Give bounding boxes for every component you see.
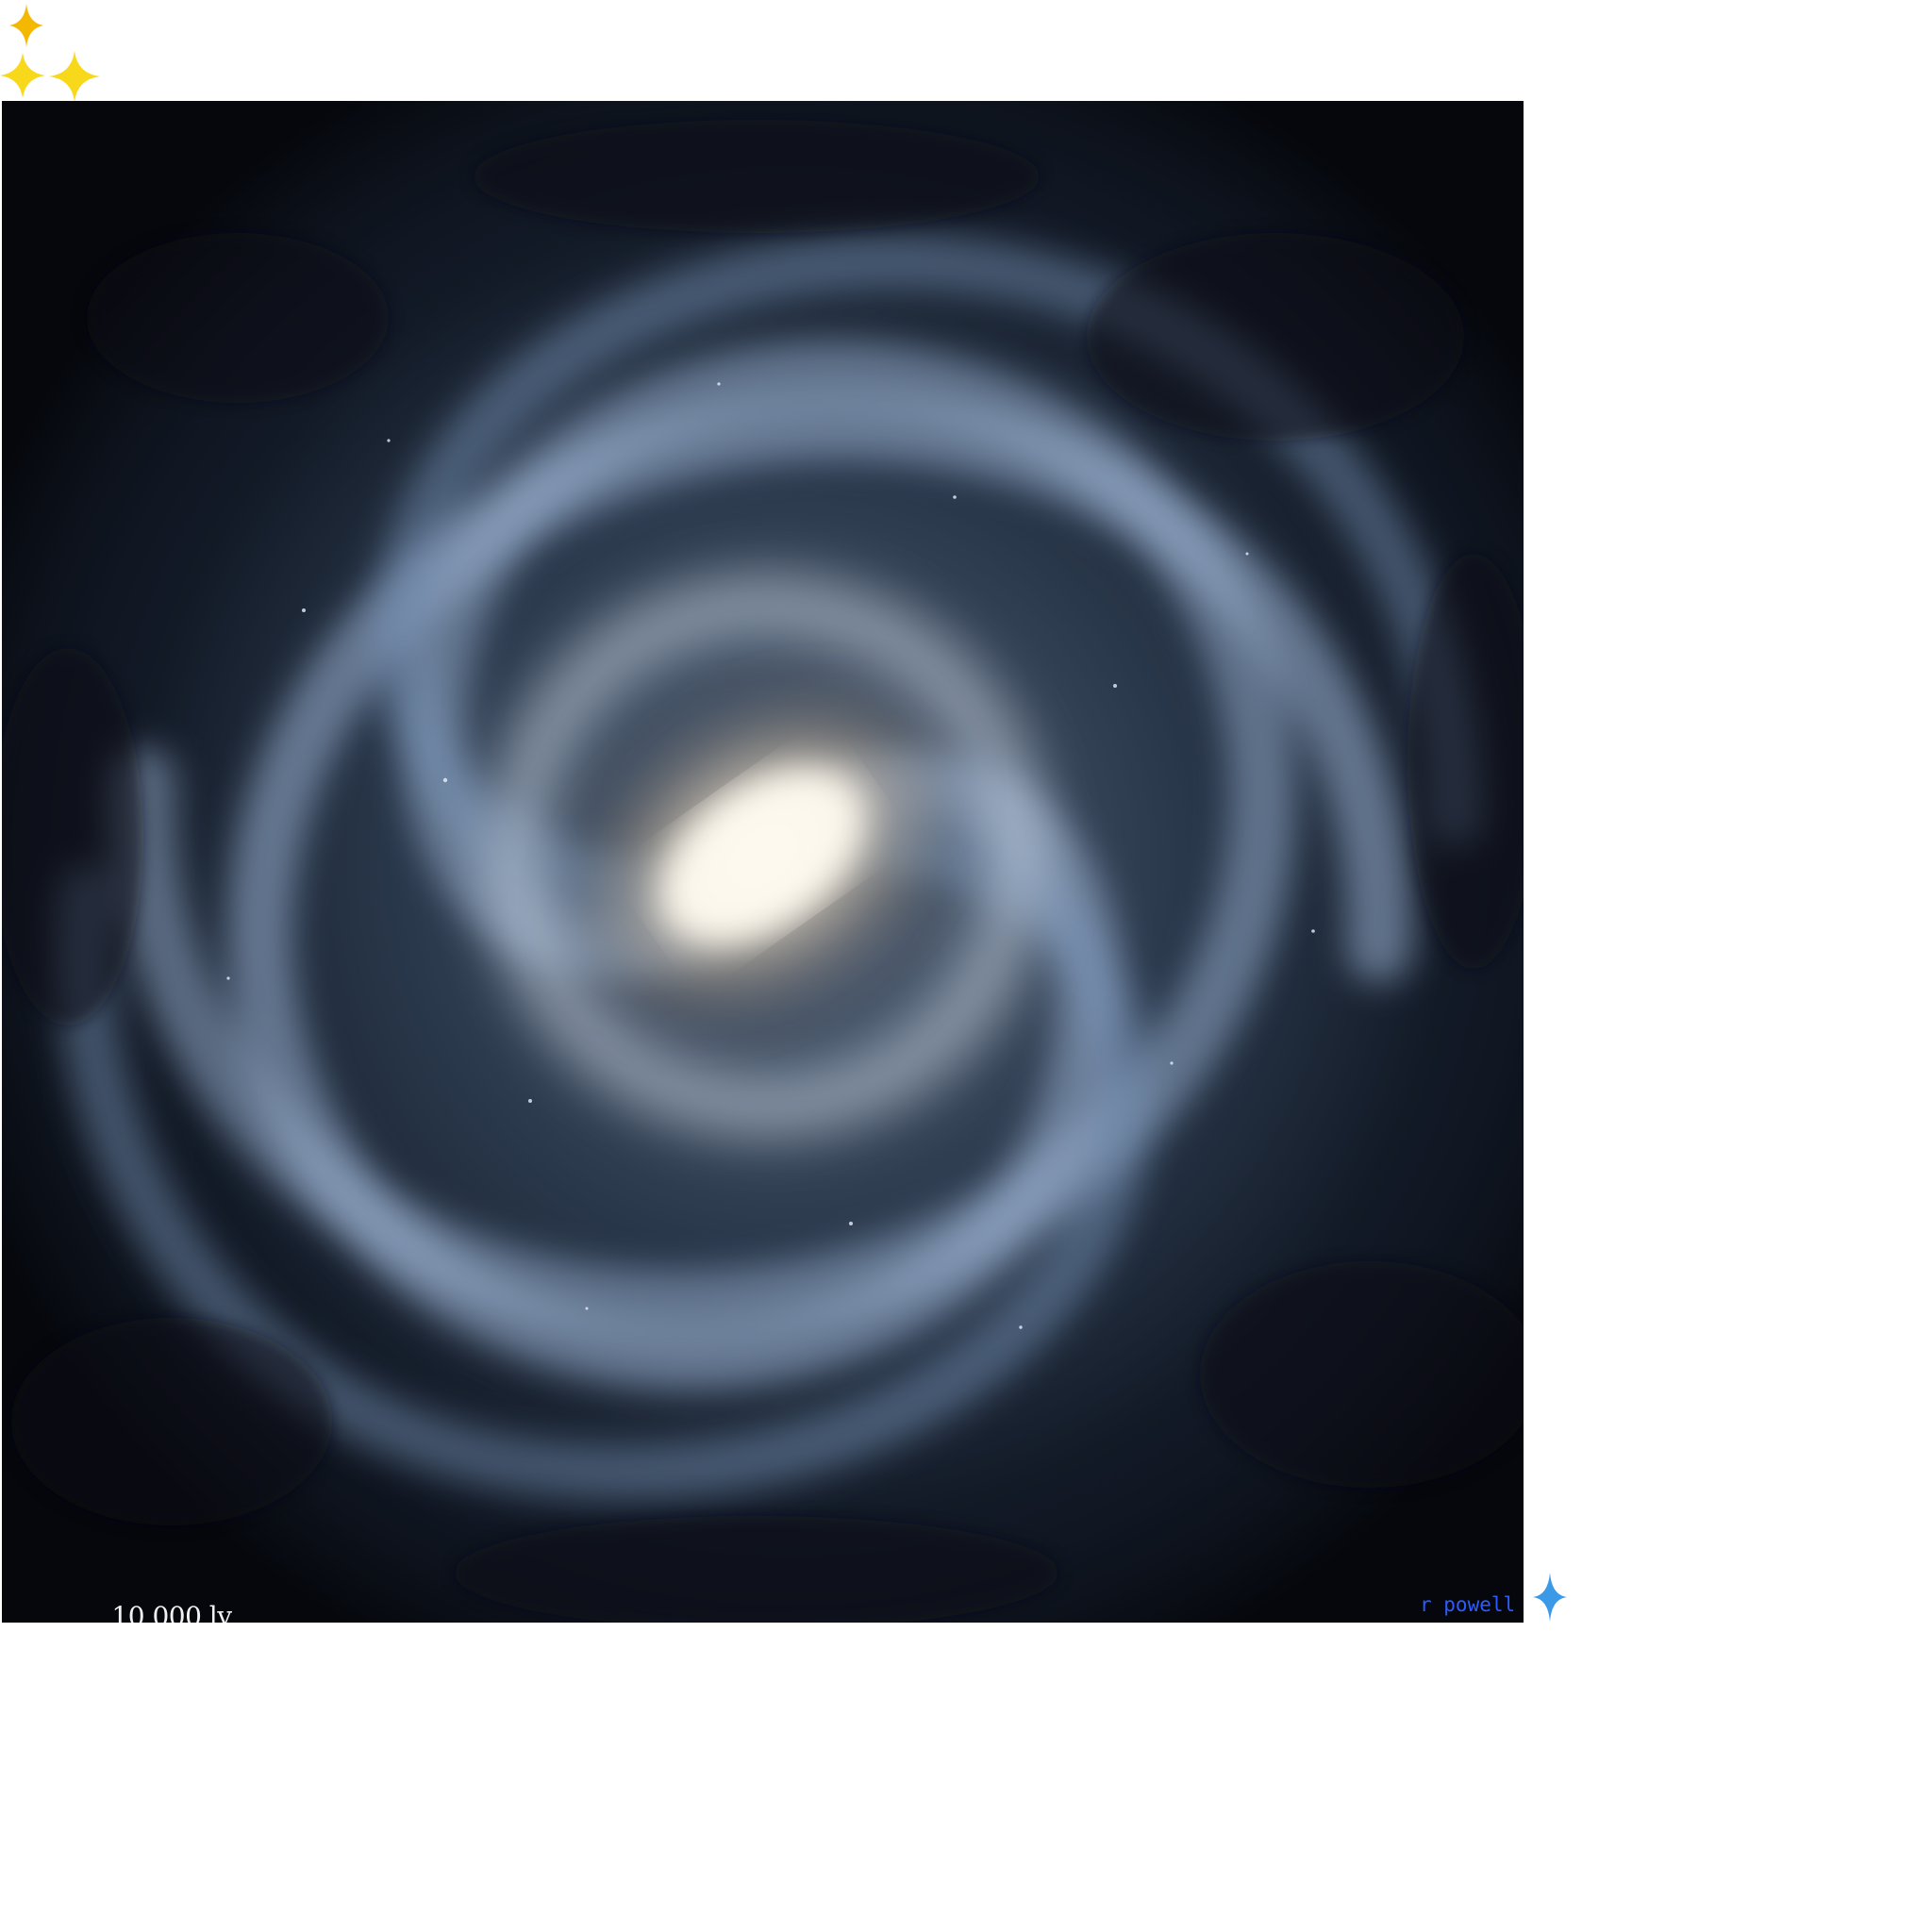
scale-bar: 10 000 ly xyxy=(77,1601,266,1623)
sparkle-icon xyxy=(0,53,45,98)
spiral-galaxy-illustration xyxy=(2,101,1524,1623)
galaxy-image: 10 000 ly xyxy=(2,101,1524,1623)
scale-bar-label: 10 000 ly xyxy=(111,1601,232,1623)
sparkle-icon xyxy=(1533,1573,1567,1622)
credit-text: r powell xyxy=(1420,1593,1516,1616)
sparkle-icon xyxy=(49,51,100,102)
sparkle-icon xyxy=(9,4,43,47)
